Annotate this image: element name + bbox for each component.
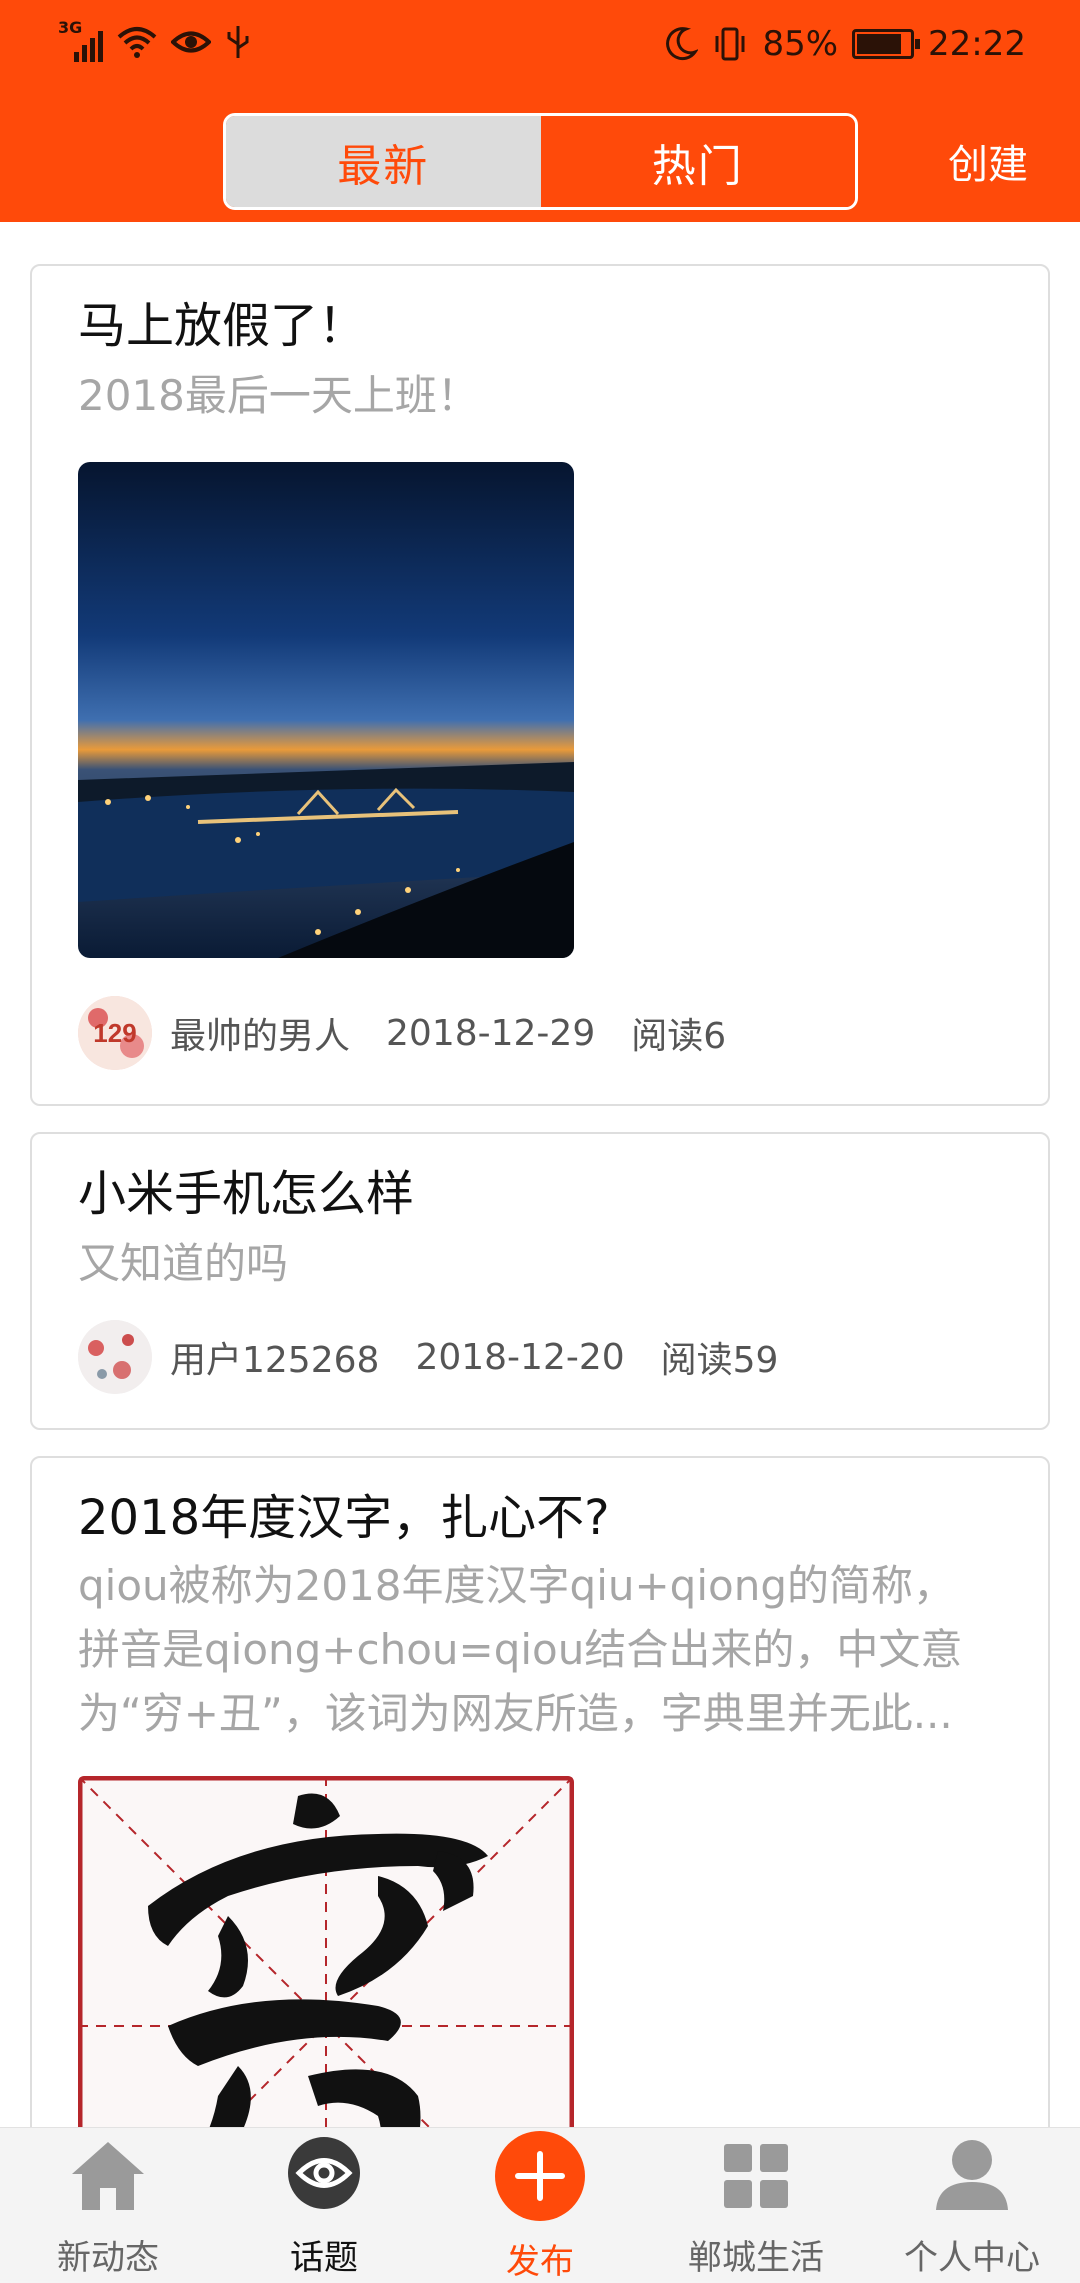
eye-icon [288,2137,360,2209]
post-summary-line: 为“穷+丑”，该词为网友所造，字典里并无此... [78,1689,953,1738]
post-summary: 又知道的吗 [78,1239,289,1288]
post-title: 2018年度汉字，扎心不? [78,1490,610,1546]
post-title: 小米手机怎么样 [78,1166,415,1222]
post-summary: qiou被称为2018年度汉字qiu+qiong的简称， 拼音是qiong+ch… [78,1554,962,1746]
avatar[interactable]: 129 [78,996,152,1070]
svg-text:129: 129 [93,1018,136,1048]
vibrate-icon [715,27,745,61]
moon-icon [666,27,699,61]
plus-icon [495,2131,585,2221]
nav-label: 郸城生活 [688,2238,824,2278]
night-bridge-photo [78,462,574,958]
post-meta: 用户125268 2018-12-20 阅读59 [78,1320,814,1394]
network-type: 3G [58,18,83,37]
grid-icon [724,2144,788,2208]
post-summary-line: 拼音是qiong+chou=qiou结合出来的，中文意 [78,1625,963,1674]
post-author[interactable]: 最帅的男人 [170,1007,350,1059]
nav-label: 发布 [506,2242,574,2282]
post-image[interactable] [78,1776,574,2127]
post-card[interactable]: 马上放假了！ 2018最后一天上班！ 129 最帅的男人 2018-12-29 … [30,264,1050,1106]
clock: 22:22 [928,24,1026,64]
calligraphy-character-image [78,1776,574,2127]
status-bar: 3G 85% 22:22 [0,0,1080,90]
usb-icon [227,26,249,58]
battery-percent: 85% [762,24,839,64]
nav-item-publish[interactable]: 发布 [432,2128,648,2282]
app-header: 3G 85% 22:22 最新 热门 创建 [0,0,1080,222]
bottom-nav: 新动态 话题 发布 郸城生活 个人中心 [0,2127,1080,2282]
post-meta: 129 最帅的男人 2018-12-29 阅读6 [78,996,762,1070]
post-reads: 阅读6 [631,1016,727,1057]
post-summary-line: qiou被称为2018年度汉字qiu+qiong的简称， [78,1561,955,1610]
home-icon [72,2142,144,2210]
avatar[interactable] [78,1320,152,1394]
post-feed[interactable]: 马上放假了！ 2018最后一天上班！ 129 最帅的男人 2018-12-29 … [0,222,1080,2127]
nav-label: 个人中心 [904,2238,1040,2278]
tab-hot[interactable]: 热门 [540,116,855,207]
tab-latest[interactable]: 最新 [226,116,541,207]
post-author[interactable]: 用户125268 [170,1331,379,1383]
post-card[interactable]: 2018年度汉字，扎心不? qiou被称为2018年度汉字qiu+qiong的简… [30,1456,1050,2127]
nav-label: 新动态 [57,2238,159,2278]
post-date: 2018-12-29 [386,1012,596,1054]
user-icon [936,2140,1008,2210]
nav-label: 话题 [290,2238,358,2278]
nav-item-topics[interactable]: 话题 [216,2128,432,2281]
nav-item-profile[interactable]: 个人中心 [864,2128,1080,2281]
post-date: 2018-12-20 [415,1336,625,1378]
post-summary: 2018最后一天上班！ [78,371,479,420]
eye-icon [171,31,211,53]
signal-icon: 3G [58,18,103,62]
post-image[interactable] [78,462,574,958]
nav-item-local-life[interactable]: 郸城生活 [648,2128,864,2281]
post-title: 马上放假了！ [78,298,367,354]
post-reads: 阅读59 [660,1340,779,1381]
feed-tabs: 最新 热门 [223,113,858,210]
battery-icon [852,29,921,59]
wifi-icon [117,27,157,58]
nav-item-news[interactable]: 新动态 [0,2128,216,2281]
post-card[interactable]: 小米手机怎么样 又知道的吗 用户125268 2018-12-20 阅读59 [30,1132,1050,1430]
create-button[interactable]: 创建 [948,132,1028,190]
